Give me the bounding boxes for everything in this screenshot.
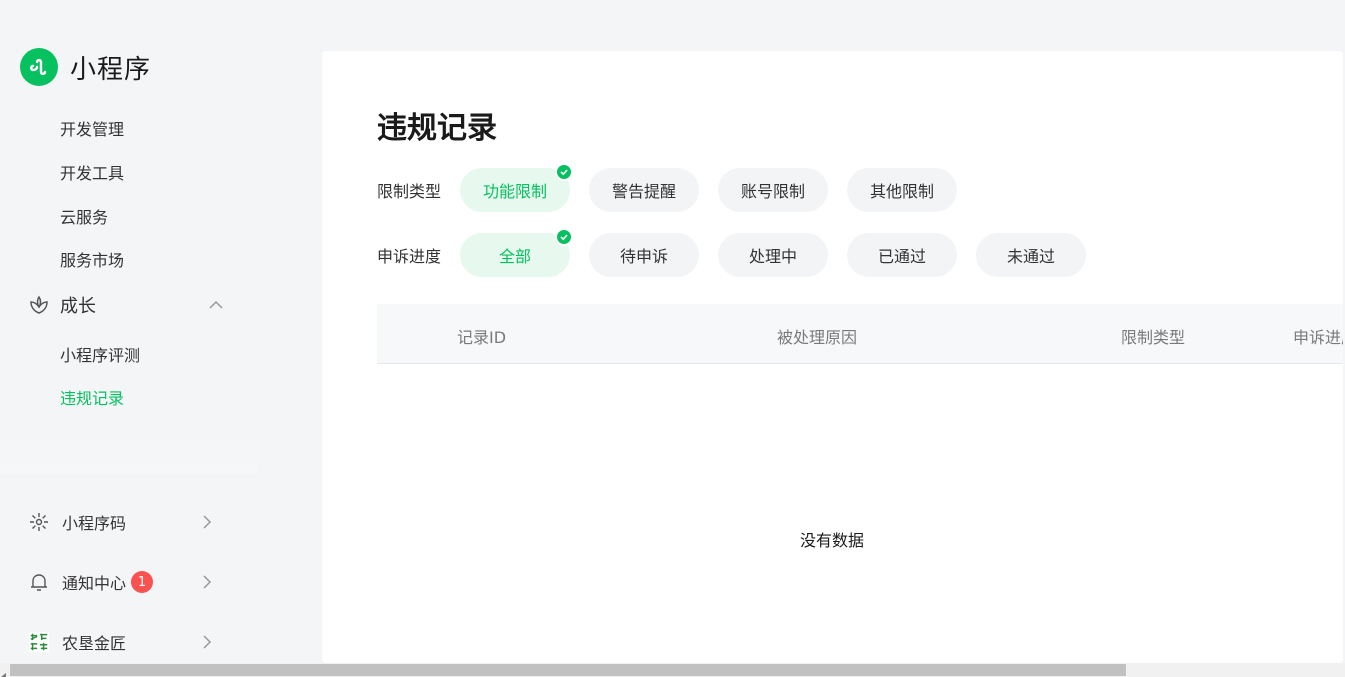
sidebar-item-violation-records[interactable]: 违规记录 <box>60 385 124 409</box>
chip-label: 未通过 <box>1006 247 1055 266</box>
brand-title: 小程序 <box>70 54 152 85</box>
sidebar-item-label: 通知中心 <box>62 574 127 593</box>
empty-state-text: 没有数据 <box>800 531 865 550</box>
notification-badge: 1 <box>131 571 154 593</box>
column-header-reason: 被处理原因 <box>777 328 858 347</box>
column-header-record-id: 记录ID <box>457 328 507 347</box>
brand[interactable]: 小程序 <box>20 48 151 86</box>
column-header-restriction-type: 限制类型 <box>1121 328 1186 347</box>
chip-processing[interactable]: 处理中 <box>718 233 828 277</box>
filter-appeal-progress: 申诉进度 全部 待申诉 处理中 已通过 未通过 <box>377 228 1105 277</box>
chevron-up-icon[interactable] <box>208 297 224 313</box>
chip-label: 处理中 <box>748 247 797 266</box>
chip-label: 已通过 <box>877 247 926 266</box>
miniprogram-logo-icon <box>20 48 58 86</box>
scroll-left-arrow-icon[interactable] <box>0 666 8 677</box>
main-panel: 违规记录 限制类型 功能限制 警告提醒 账号限制 其他限制 申诉进度 全部 待申… <box>322 51 1343 663</box>
chip-warning[interactable]: 警告提醒 <box>589 168 699 212</box>
account-avatar <box>28 631 50 653</box>
sidebar-item-cloud-service[interactable]: 云服务 <box>60 204 108 228</box>
bell-icon <box>28 571 50 593</box>
sidebar-divider <box>0 430 258 474</box>
sidebar-item-evaluation[interactable]: 小程序评测 <box>60 342 140 366</box>
sidebar-item-dev-tools[interactable]: 开发工具 <box>60 160 124 184</box>
sidebar-item-dev-management[interactable]: 开发管理 <box>60 116 124 140</box>
check-icon <box>555 163 573 181</box>
sidebar: 小程序 开发管理 开发工具 云服务 服务市场 成长 小程序评测 违规记录 小程序… <box>0 0 260 677</box>
table-header: 记录ID 被处理原因 限制类型 申诉进度 <box>377 304 1343 364</box>
growth-icon <box>28 294 50 316</box>
chip-label: 待申诉 <box>619 247 668 266</box>
chip-label: 账号限制 <box>740 182 805 201</box>
sidebar-item-notifications[interactable]: 通知中心 1 <box>28 569 218 595</box>
horizontal-scrollbar[interactable] <box>0 663 1345 677</box>
sidebar-group-growth[interactable]: 成长 <box>28 292 224 318</box>
check-icon <box>555 228 573 246</box>
chip-rejected[interactable]: 未通过 <box>976 233 1086 277</box>
sidebar-group-label: 成长 <box>60 296 96 317</box>
sidebar-item-qrcode[interactable]: 小程序码 <box>28 509 218 535</box>
sidebar-item-service-market[interactable]: 服务市场 <box>60 247 124 271</box>
page-title: 违规记录 <box>377 111 497 146</box>
chip-label: 全部 <box>498 247 531 266</box>
chip-function-limit[interactable]: 功能限制 <box>460 163 573 212</box>
sidebar-item-account[interactable]: 农垦金匠 <box>28 629 218 655</box>
chip-label: 其他限制 <box>869 182 934 201</box>
column-header-appeal-progress: 申诉进度 <box>1293 328 1343 347</box>
filter-label: 申诉进度 <box>377 247 442 266</box>
chip-approved[interactable]: 已通过 <box>847 233 957 277</box>
sidebar-item-label: 小程序码 <box>62 514 127 533</box>
filter-label: 限制类型 <box>377 182 442 201</box>
chip-pending-appeal[interactable]: 待申诉 <box>589 233 699 277</box>
chevron-right-icon <box>200 574 214 590</box>
scrollbar-thumb[interactable] <box>10 664 1126 676</box>
qrcode-icon <box>28 511 50 533</box>
chip-label: 警告提醒 <box>611 182 676 201</box>
sidebar-item-label: 农垦金匠 <box>62 634 127 653</box>
chevron-right-icon <box>200 514 214 530</box>
chip-label: 功能限制 <box>482 182 547 201</box>
chip-all[interactable]: 全部 <box>460 228 573 277</box>
chevron-right-icon <box>200 634 214 650</box>
filter-restriction-type: 限制类型 功能限制 警告提醒 账号限制 其他限制 <box>377 163 976 212</box>
chip-other-limit[interactable]: 其他限制 <box>847 168 957 212</box>
chip-account-limit[interactable]: 账号限制 <box>718 168 828 212</box>
